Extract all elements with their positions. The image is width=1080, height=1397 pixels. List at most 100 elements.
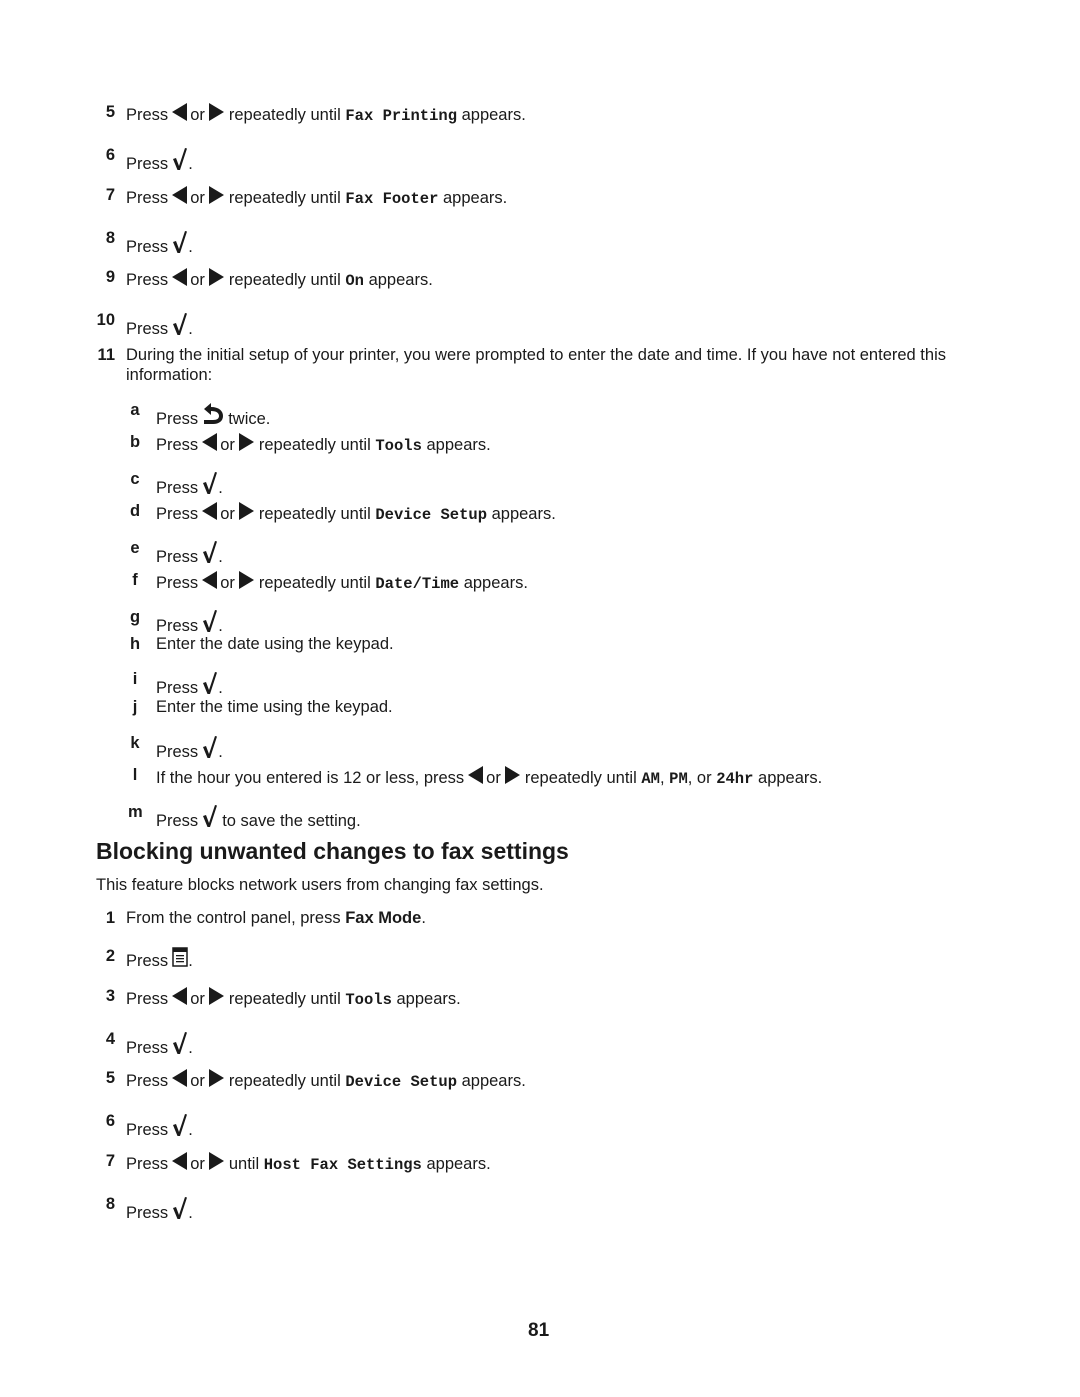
- step-text: .: [218, 679, 223, 697]
- display-text: AM: [641, 770, 660, 788]
- display-text: Host Fax Settings: [263, 1156, 422, 1174]
- step-text: If the hour you entered is 12 or less, p…: [156, 769, 465, 787]
- step-text: Press: [126, 952, 169, 970]
- substep-letter: a: [130, 401, 140, 419]
- select-check-icon: [172, 1031, 188, 1055]
- select-check-icon: [202, 735, 218, 759]
- step-text: twice.: [228, 410, 271, 428]
- step-text: .: [188, 155, 193, 173]
- step-text: repeatedly until: [258, 436, 371, 454]
- substep-letter: k: [130, 734, 140, 752]
- step-text: .: [218, 617, 223, 635]
- substep-letter: g: [129, 608, 141, 626]
- step-number: 2: [105, 947, 115, 965]
- section-heading: Blocking unwanted changes to fax setting…: [96, 838, 569, 864]
- left-arrow-icon: [468, 766, 484, 784]
- select-check-icon: [202, 804, 218, 828]
- step-text: to save the setting.: [222, 812, 361, 830]
- substep-letter: l: [132, 766, 138, 784]
- step-text: or: [190, 271, 205, 289]
- display-text: 24hr: [716, 770, 754, 788]
- step-text: .: [188, 1039, 193, 1057]
- select-check-icon: [202, 471, 218, 495]
- step-text: Press: [126, 155, 169, 173]
- step-text: Press: [126, 1121, 169, 1139]
- step-number: 5: [105, 103, 115, 121]
- step-text: Press: [156, 574, 199, 592]
- step-text: .: [218, 479, 223, 497]
- step-text: Press: [156, 410, 199, 428]
- substep-letter: e: [130, 539, 140, 557]
- select-check-icon: [202, 671, 218, 695]
- step-text: .: [188, 1121, 193, 1139]
- step-number: 10: [96, 311, 115, 329]
- step-text: appears.: [758, 769, 823, 787]
- step-text: Press: [156, 617, 199, 635]
- display-text: Device Setup: [375, 506, 487, 524]
- step-number: 5: [105, 1069, 115, 1087]
- step-text: .: [188, 238, 193, 256]
- step-text: , or: [687, 769, 712, 787]
- step-number: 1: [105, 909, 115, 927]
- left-arrow-icon: [202, 571, 218, 589]
- step-text: until: [228, 1155, 260, 1173]
- substep-letter: f: [132, 571, 138, 589]
- step-text: or: [190, 189, 205, 207]
- step-text: Press: [156, 548, 199, 566]
- step-text: .: [188, 952, 193, 970]
- step-text: or: [190, 1072, 205, 1090]
- step-text: Enter the date using the keypad.: [156, 635, 394, 653]
- right-arrow-icon: [208, 103, 224, 121]
- step-text: appears.: [368, 271, 433, 289]
- step-text: .: [421, 909, 426, 927]
- step-text: Press: [156, 505, 199, 523]
- display-text: Date/Time: [375, 575, 460, 593]
- left-arrow-icon: [172, 1069, 188, 1087]
- step-text: or: [190, 1155, 205, 1173]
- step-text: Enter the time using the keypad.: [156, 698, 393, 716]
- step-text: Press: [156, 679, 199, 697]
- step-text: Press: [156, 479, 199, 497]
- menu-icon: [172, 947, 188, 967]
- left-arrow-icon: [172, 268, 188, 286]
- step-text: or: [190, 990, 205, 1008]
- left-arrow-icon: [172, 186, 188, 204]
- step-text: or: [220, 436, 235, 454]
- step-text: appears.: [461, 1072, 526, 1090]
- select-check-icon: [172, 1196, 188, 1220]
- substep-letter: m: [128, 803, 143, 821]
- step-text: .: [218, 548, 223, 566]
- step-text: repeatedly until: [524, 769, 637, 787]
- step-text: appears.: [461, 106, 526, 124]
- step-text: or: [486, 769, 501, 787]
- step-number: 8: [105, 229, 115, 247]
- substep-letter: h: [129, 635, 141, 653]
- step-text: repeatedly until: [228, 271, 341, 289]
- step-text: repeatedly until: [228, 1072, 341, 1090]
- step-text: Press: [126, 189, 169, 207]
- step-text: ,: [659, 769, 665, 787]
- step-number: 7: [105, 1152, 115, 1170]
- display-text: Fax Printing: [345, 107, 457, 125]
- right-arrow-icon: [504, 766, 520, 784]
- select-check-icon: [172, 312, 188, 336]
- step-text: Press: [126, 1204, 169, 1222]
- right-arrow-icon: [208, 1069, 224, 1087]
- step-number: 8: [105, 1195, 115, 1213]
- display-text: On: [345, 272, 364, 290]
- step-text: repeatedly until: [258, 574, 371, 592]
- select-check-icon: [202, 609, 218, 633]
- step-text: appears.: [491, 505, 556, 523]
- step-number: 6: [105, 1112, 115, 1130]
- step-text: Press: [126, 990, 169, 1008]
- step-text: During the initial setup of your printer…: [126, 346, 946, 364]
- step-text: repeatedly until: [228, 189, 341, 207]
- step-text: information:: [126, 366, 213, 384]
- step-text: .: [188, 320, 193, 338]
- substep-letter: c: [130, 470, 140, 488]
- substep-letter: j: [132, 698, 138, 716]
- step-text: Press: [126, 1072, 169, 1090]
- step-text: appears.: [463, 574, 528, 592]
- right-arrow-icon: [238, 502, 254, 520]
- step-number: 7: [105, 186, 115, 204]
